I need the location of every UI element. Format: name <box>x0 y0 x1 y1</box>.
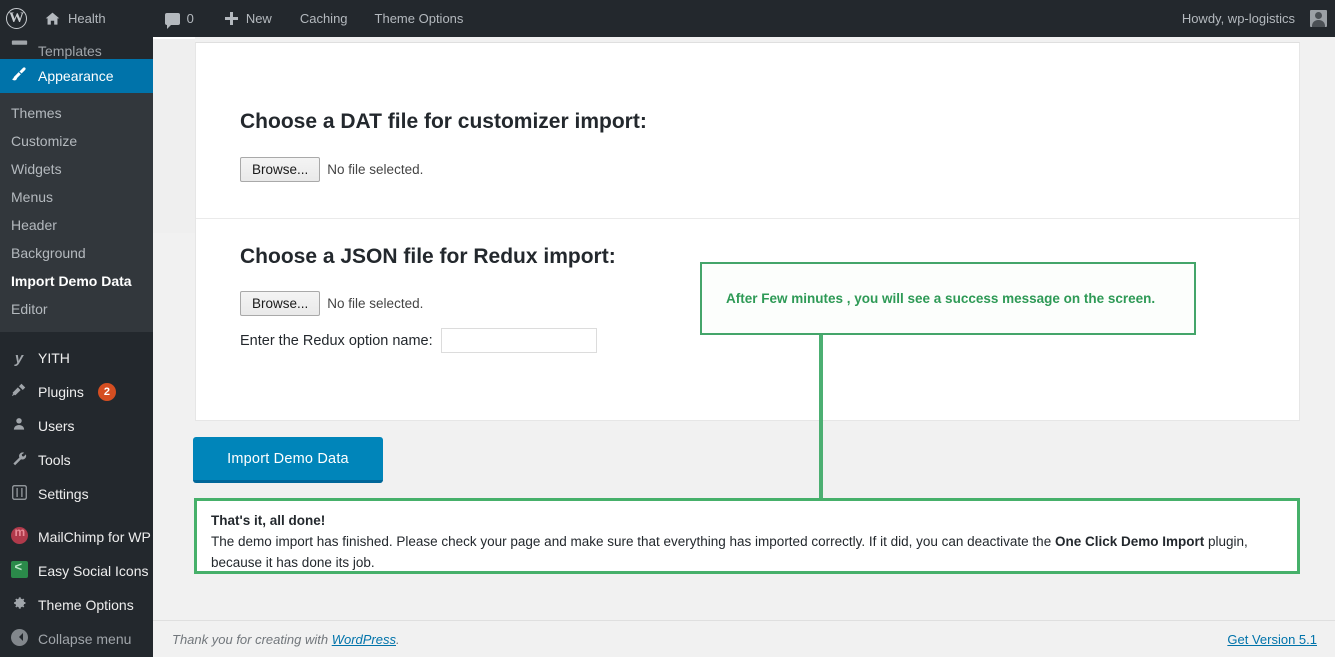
gear-icon <box>9 595 29 615</box>
annotation-text: After Few minutes , you will see a succe… <box>726 291 1156 306</box>
footer-version: Get Version 5.1 <box>1227 632 1335 647</box>
collapse-menu-label: Collapse menu <box>38 631 132 647</box>
footer-thanks-suffix: . <box>396 631 400 647</box>
mailchimp-icon <box>9 525 29 548</box>
sidebar-item-easy-social-icons[interactable]: Easy Social Icons <box>0 554 153 588</box>
plugins-plug-icon <box>9 382 29 402</box>
sidebar-subitem-editor[interactable]: Editor <box>0 295 153 323</box>
sidebar-subitem-menus[interactable]: Menus <box>0 183 153 211</box>
sidebar-item-label: Appearance <box>38 68 114 84</box>
plus-icon <box>224 11 239 26</box>
redux-option-label: Enter the Redux option name: <box>240 332 433 349</box>
menu-separator <box>0 332 153 341</box>
users-icon <box>9 416 29 436</box>
templates-icon <box>9 38 29 59</box>
wordpress-logo-button[interactable]: W <box>0 0 35 37</box>
wordpress-logo-icon: W <box>6 8 27 29</box>
footer-thanks: Thank you for creating with WordPress. <box>153 632 400 647</box>
new-label: New <box>245 11 272 26</box>
sidebar-item-label: Easy Social Icons <box>38 563 149 579</box>
get-version-link[interactable]: Get Version 5.1 <box>1227 632 1317 647</box>
page-scrollbar[interactable] <box>153 37 195 620</box>
sidebar-subitem-import-demo-data[interactable]: Import Demo Data <box>0 267 153 295</box>
dat-browse-button[interactable]: Browse... <box>240 157 321 182</box>
new-content-link[interactable]: New <box>215 0 281 37</box>
sidebar-item-label: Plugins <box>38 384 84 400</box>
sidebar-item-label: MailChimp for WP <box>38 529 151 545</box>
sidebar-subitem-background[interactable]: Background <box>0 239 153 267</box>
collapse-menu-button[interactable]: Collapse menu <box>0 622 153 656</box>
sidebar-item-label: Tools <box>38 452 71 468</box>
menu-separator-2 <box>0 511 153 520</box>
yith-icon: y <box>14 349 24 367</box>
sidebar-item-appearance[interactable]: Appearance <box>0 59 153 93</box>
success-notice: That's it, all done! The demo import has… <box>194 498 1300 574</box>
dat-file-status: No file selected. <box>327 162 424 177</box>
json-file-status: No file selected. <box>327 296 424 311</box>
admin-footer: Thank you for creating with WordPress. G… <box>153 620 1335 657</box>
wordpress-link[interactable]: WordPress <box>332 632 396 647</box>
sidebar-item-plugins[interactable]: Plugins 2 <box>0 375 153 409</box>
sidebar-item-yith[interactable]: y YITH <box>0 341 153 375</box>
notice-plugin-name: One Click Demo Import <box>1054 534 1205 549</box>
comments-count: 0 <box>186 11 194 26</box>
caching-link[interactable]: Caching <box>291 0 357 37</box>
sidebar-item-users[interactable]: Users <box>0 409 153 443</box>
sidebar-item-label: Users <box>38 418 75 434</box>
sidebar-item-label: Settings <box>38 486 89 502</box>
comment-icon <box>164 12 180 29</box>
avatar-icon <box>1310 10 1327 27</box>
caching-label: Caching <box>299 11 348 26</box>
import-demo-data-button[interactable]: Import Demo Data <box>193 437 383 483</box>
content-area: Choose a DAT file for customizer import:… <box>153 37 1335 657</box>
notice-body-part1: The demo import has finished. Please che… <box>211 534 1055 549</box>
sidebar-subitem-header[interactable]: Header <box>0 211 153 239</box>
site-name-link[interactable]: Health <box>35 0 115 37</box>
account-menu[interactable]: Howdy, wp-logistics <box>1173 0 1327 37</box>
sidebar-subitem-widgets[interactable]: Widgets <box>0 155 153 183</box>
home-icon <box>44 11 61 27</box>
comments-link[interactable]: 0 <box>156 0 203 37</box>
site-name-label: Health <box>68 11 106 26</box>
sidebar-subitem-customize[interactable]: Customize <box>0 127 153 155</box>
sidebar-item-mailchimp-for-wp[interactable]: MailChimp for WP <box>0 520 153 554</box>
admin-sidebar-menu: Templates Appearance Themes Customize Wi… <box>0 37 153 657</box>
sidebar-item-label: Theme Options <box>38 597 134 613</box>
sidebar-item-theme-options[interactable]: Theme Options <box>0 588 153 622</box>
admin-bar: W Health 0 New Caching Theme Options How… <box>0 0 1335 37</box>
appearance-brush-icon <box>9 66 29 86</box>
dat-file-row: Browse... No file selected. <box>240 157 1299 182</box>
appearance-submenu: Themes Customize Widgets Menus Header Ba… <box>0 93 153 332</box>
import-form-panel: Choose a DAT file for customizer import:… <box>195 42 1300 421</box>
annotation-callout-box: After Few minutes , you will see a succe… <box>700 262 1196 335</box>
sidebar-item-label: YITH <box>38 350 70 366</box>
theme-options-label: Theme Options <box>374 11 464 26</box>
sidebar-item-label: Templates <box>38 43 102 59</box>
share-icon <box>9 559 29 582</box>
scrollbar-thumb[interactable] <box>153 37 195 233</box>
notice-title: That's it, all done! <box>211 513 326 528</box>
tools-wrench-icon <box>9 450 29 470</box>
admin-bar-right: Howdy, wp-logistics <box>1173 0 1335 37</box>
dat-import-section: Choose a DAT file for customizer import:… <box>196 109 1299 182</box>
settings-sliders-icon <box>9 484 29 504</box>
theme-options-link[interactable]: Theme Options <box>366 0 473 37</box>
notice-body: The demo import has finished. Please che… <box>211 531 1283 573</box>
dat-section-title: Choose a DAT file for customizer import: <box>240 110 647 133</box>
plugins-update-badge: 2 <box>97 383 116 401</box>
sidebar-item-templates[interactable]: Templates <box>0 37 153 59</box>
howdy-label: Howdy, wp-logistics <box>1181 11 1295 26</box>
redux-option-input[interactable] <box>440 328 597 353</box>
section-divider <box>196 218 1299 219</box>
sidebar-item-settings[interactable]: Settings <box>0 477 153 511</box>
sidebar-item-tools[interactable]: Tools <box>0 443 153 477</box>
footer-thanks-prefix: Thank you for creating with <box>172 631 332 647</box>
sidebar-subitem-themes[interactable]: Themes <box>0 99 153 127</box>
collapse-arrow-icon <box>9 628 29 650</box>
json-browse-button[interactable]: Browse... <box>240 291 321 316</box>
